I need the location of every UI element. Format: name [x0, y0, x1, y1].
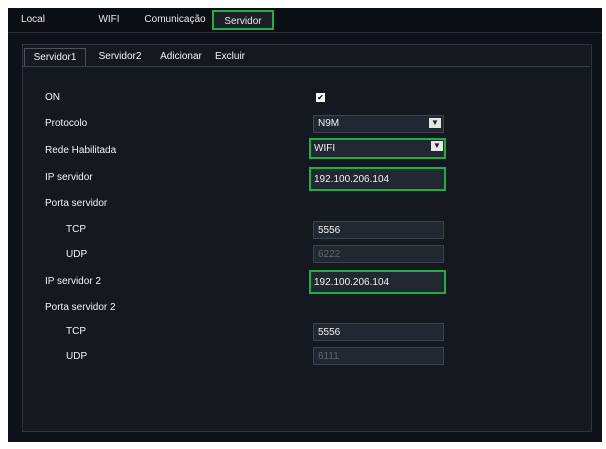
tab-servidor1[interactable]: Servidor1 — [24, 48, 86, 66]
rede-habilitada-select[interactable]: WIFI ▼ — [309, 138, 446, 159]
servidor-panel — [22, 44, 592, 432]
protocolo-label: Protocolo — [45, 118, 88, 129]
delete-server-button[interactable]: Excluir — [208, 48, 252, 66]
tcp-port-2-input[interactable] — [313, 323, 444, 341]
tab-comunicacao[interactable]: Comunicação — [142, 10, 208, 30]
chevron-down-icon: ▼ — [429, 118, 441, 128]
tab-servidor2[interactable]: Servidor2 — [88, 48, 152, 66]
chevron-down-icon: ▼ — [431, 141, 443, 151]
add-server-button[interactable]: Adicionar — [154, 48, 208, 66]
udp-label: UDP — [66, 249, 88, 260]
tcp-port-input[interactable] — [313, 221, 444, 239]
udp-port-2-input — [313, 347, 444, 365]
porta-servidor-label: Porta servidor — [45, 198, 108, 209]
udp-2-label: UDP — [66, 351, 88, 362]
ip-servidor-2-input[interactable] — [309, 270, 446, 294]
rede-habilitada-value: WIFI — [314, 143, 336, 154]
server-sub-tab-bar: Servidor1 Servidor2 Adicionar Excluir — [22, 44, 590, 67]
tab-wifi[interactable]: WIFI — [92, 10, 126, 30]
tab-local[interactable]: Local — [16, 10, 50, 30]
on-checkbox[interactable]: ✔ — [316, 93, 325, 102]
top-tab-bar: Local WIFI Comunicação Servidor — [8, 8, 602, 33]
porta-servidor-2-label: Porta servidor 2 — [45, 302, 116, 313]
ip-servidor-input[interactable] — [309, 167, 446, 191]
udp-port-input — [313, 245, 444, 263]
rede-habilitada-label: Rede Habilitada — [45, 145, 117, 156]
protocolo-select[interactable]: N9M ▼ — [313, 115, 444, 133]
ip-servidor-2-label: IP servidor 2 — [45, 276, 101, 287]
tcp-label: TCP — [66, 224, 86, 235]
on-label: ON — [45, 92, 60, 103]
tcp-2-label: TCP — [66, 326, 86, 337]
protocolo-value: N9M — [318, 118, 340, 129]
ip-servidor-label: IP servidor — [45, 172, 93, 183]
tab-servidor[interactable]: Servidor — [212, 10, 274, 30]
